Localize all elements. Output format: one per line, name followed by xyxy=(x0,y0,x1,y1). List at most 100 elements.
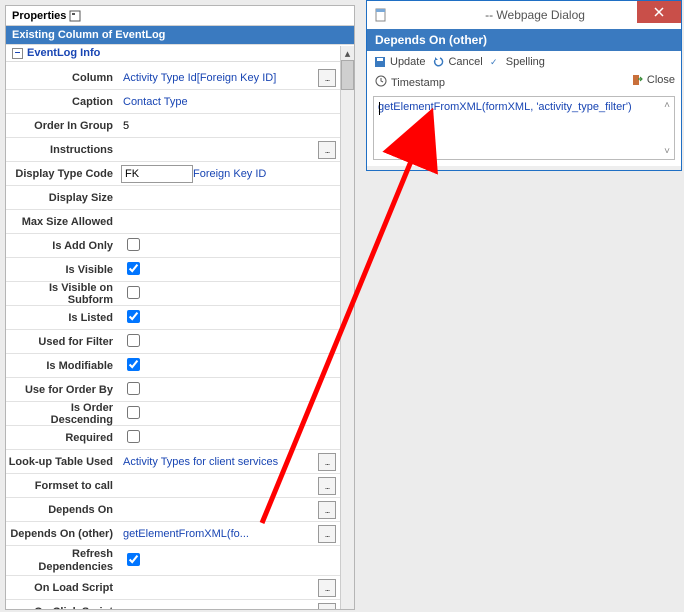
label: Caption xyxy=(6,96,119,108)
label: On Load Script xyxy=(6,582,119,594)
checkbox[interactable] xyxy=(127,310,140,323)
dialog-resize-strip xyxy=(367,166,681,170)
door-icon xyxy=(630,73,644,87)
cancel-button[interactable]: Cancel xyxy=(431,55,482,69)
row-instructions[interactable]: Instructions ... xyxy=(6,138,340,162)
collapse-icon: – xyxy=(12,48,23,59)
label: Max Size Allowed xyxy=(6,216,119,228)
label: Depends On xyxy=(6,504,119,516)
row-refresh-deps[interactable]: Refresh Dependencies xyxy=(6,546,340,576)
row-depends-on-other[interactable]: Depends On (other) getElementFromXML(fo.… xyxy=(6,522,340,546)
checkbox[interactable] xyxy=(127,553,140,566)
label: Look-up Table Used xyxy=(6,456,119,468)
checkbox[interactable] xyxy=(127,286,140,299)
property-rows: Column Activity Type Id[Foreign Key ID] … xyxy=(6,66,340,609)
row-required[interactable]: Required xyxy=(6,426,340,450)
row-order-by[interactable]: Use for Order By xyxy=(6,378,340,402)
row-onload[interactable]: On Load Script ... xyxy=(6,576,340,600)
update-button[interactable]: Update xyxy=(373,55,425,69)
ellipsis-button[interactable]: ... xyxy=(318,453,336,471)
ellipsis-button[interactable]: ... xyxy=(318,579,336,597)
scroll-thumb[interactable] xyxy=(341,60,354,90)
value[interactable]: Activity Types for client services xyxy=(119,456,318,468)
clock-icon xyxy=(375,75,387,90)
ellipsis-button[interactable]: ... xyxy=(318,603,336,610)
row-modifiable[interactable]: Is Modifiable xyxy=(6,354,340,378)
dialog-titlebar[interactable]: -- Webpage Dialog xyxy=(367,1,681,29)
row-lookup[interactable]: Look-up Table Used Activity Types for cl… xyxy=(6,450,340,474)
label: Is Listed xyxy=(6,312,119,324)
label: Column xyxy=(6,72,119,84)
row-used-filter[interactable]: Used for Filter xyxy=(6,330,340,354)
scroll-up-icon[interactable]: ▴ xyxy=(341,46,354,60)
row-add-only[interactable]: Is Add Only xyxy=(6,234,340,258)
checkbox[interactable] xyxy=(127,238,140,251)
checkbox[interactable] xyxy=(127,382,140,395)
value[interactable]: getElementFromXML(fo... xyxy=(119,528,318,540)
row-formset[interactable]: Formset to call ... xyxy=(6,474,340,498)
display-type-suffix: Foreign Key ID xyxy=(193,168,266,180)
page-icon xyxy=(373,7,389,23)
label: Formset to call xyxy=(6,480,119,492)
text-cursor xyxy=(379,102,380,115)
scroll-down-icon[interactable]: ˅ xyxy=(661,144,673,158)
scroll-up-icon[interactable]: ˄ xyxy=(661,98,673,112)
spelling-button[interactable]: ✓ Spelling xyxy=(489,55,545,69)
panel-title-text: Properties xyxy=(12,10,66,22)
label: Is Order Descending xyxy=(6,402,119,426)
row-column[interactable]: Column Activity Type Id[Foreign Key ID] … xyxy=(6,66,340,90)
row-order-desc[interactable]: Is Order Descending xyxy=(6,402,340,426)
panel-title: Properties xyxy=(6,6,354,26)
checkbox[interactable] xyxy=(127,430,140,443)
spellcheck-icon: ✓ xyxy=(489,55,503,69)
label: Use for Order By xyxy=(6,384,119,396)
checkbox[interactable] xyxy=(127,262,140,275)
row-caption[interactable]: Caption Contact Type xyxy=(6,90,340,114)
label: Order In Group xyxy=(6,120,119,132)
ellipsis-button[interactable]: ... xyxy=(318,141,336,159)
label: Instructions xyxy=(6,144,119,156)
label: Display Size xyxy=(6,192,119,204)
row-visible[interactable]: Is Visible xyxy=(6,258,340,282)
dialog-close-button[interactable]: Close xyxy=(630,73,675,87)
ellipsis-button[interactable]: ... xyxy=(318,525,336,543)
value[interactable]: 5 xyxy=(119,120,340,132)
label: Depends On (other) xyxy=(6,528,119,540)
dialog-header: Depends On (other) xyxy=(367,29,681,51)
textarea-scrollbar[interactable]: ˄ ˅ xyxy=(661,98,673,158)
row-depends-on[interactable]: Depends On ... xyxy=(6,498,340,522)
row-visible-subform[interactable]: Is Visible on Subform xyxy=(6,282,340,306)
group-toggle[interactable]: – EventLog Info xyxy=(6,44,354,62)
display-type-input[interactable] xyxy=(121,165,193,183)
row-display-size[interactable]: Display Size xyxy=(6,186,340,210)
row-onclick[interactable]: On Click Script ... xyxy=(6,600,340,609)
checkbox[interactable] xyxy=(127,358,140,371)
row-order[interactable]: Order In Group 5 xyxy=(6,114,340,138)
svg-text:✓: ✓ xyxy=(490,57,498,67)
label: Timestamp xyxy=(391,77,445,89)
label: Display Type Code xyxy=(6,168,119,180)
row-display-type[interactable]: Display Type Code Foreign Key ID xyxy=(6,162,340,186)
code-textarea[interactable]: getElementFromXML(formXML, 'activity_typ… xyxy=(373,96,675,160)
properties-panel: Properties Existing Column of EventLog –… xyxy=(5,5,355,610)
ellipsis-button[interactable]: ... xyxy=(318,477,336,495)
vertical-scrollbar[interactable]: ▴ xyxy=(340,46,354,609)
value[interactable]: Contact Type xyxy=(119,96,340,108)
value[interactable]: Activity Type Id[Foreign Key ID] xyxy=(119,72,318,84)
row-listed[interactable]: Is Listed xyxy=(6,306,340,330)
row-max-size[interactable]: Max Size Allowed xyxy=(6,210,340,234)
ellipsis-button[interactable]: ... xyxy=(318,69,336,87)
checkbox[interactable] xyxy=(127,334,140,347)
label: Is Modifiable xyxy=(6,360,119,372)
ellipsis-button[interactable]: ... xyxy=(318,501,336,519)
label: Used for Filter xyxy=(6,336,119,348)
label: On Click Script xyxy=(6,606,119,610)
label: Required xyxy=(6,432,119,444)
label: Is Visible xyxy=(6,264,119,276)
window-close-button[interactable] xyxy=(637,1,681,23)
group-label: EventLog Info xyxy=(27,47,100,59)
close-icon xyxy=(654,7,664,17)
checkbox[interactable] xyxy=(127,406,140,419)
label: Spelling xyxy=(506,56,545,68)
dialog-toolbar: Update Cancel ✓ Spelling Close xyxy=(367,51,681,73)
